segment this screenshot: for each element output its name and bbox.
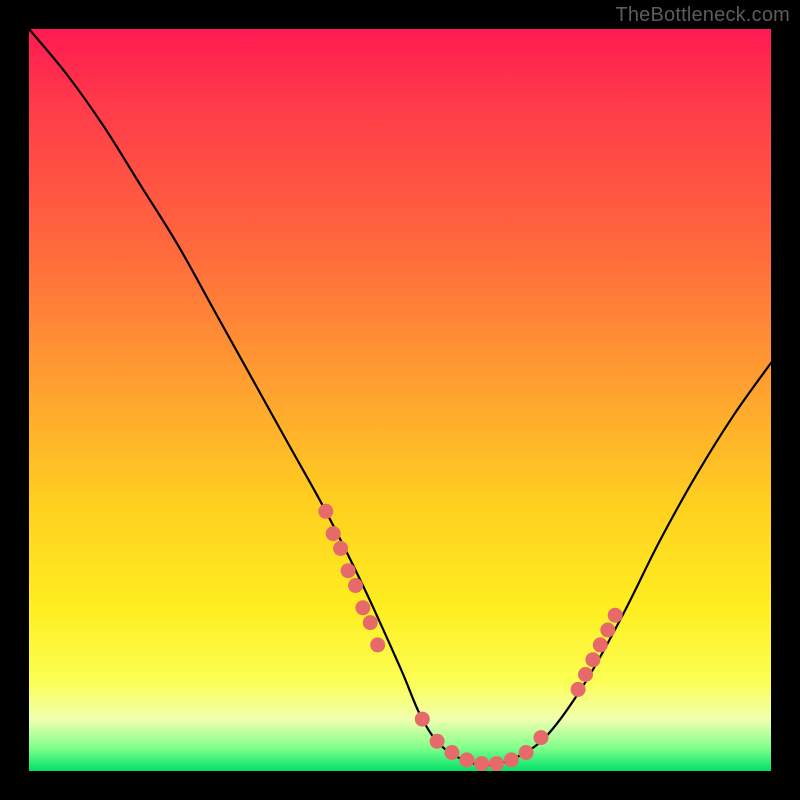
bottleneck-curve-path [29, 29, 771, 765]
highlight-dot [318, 504, 333, 519]
curve-svg [29, 29, 771, 771]
highlight-dot [474, 756, 489, 771]
highlight-dot [430, 734, 445, 749]
highlight-dot [341, 563, 356, 578]
highlight-dot [600, 623, 615, 638]
highlight-dot [444, 745, 459, 760]
highlight-dot [355, 600, 370, 615]
watermark-text: TheBottleneck.com [615, 4, 790, 27]
highlight-dot [593, 637, 608, 652]
highlight-dot [578, 667, 593, 682]
highlight-dot [348, 578, 363, 593]
highlight-dots [318, 504, 622, 771]
highlight-dot [519, 745, 534, 760]
highlight-dot [608, 608, 623, 623]
highlight-dot [504, 752, 519, 767]
highlight-dot [459, 752, 474, 767]
chart-frame: TheBottleneck.com [0, 0, 800, 800]
highlight-dot [370, 637, 385, 652]
highlight-dot [585, 652, 600, 667]
highlight-dot [326, 526, 341, 541]
highlight-dot [363, 615, 378, 630]
plot-area [29, 29, 771, 771]
highlight-dot [415, 712, 430, 727]
highlight-dot [489, 756, 504, 771]
highlight-dot [333, 541, 348, 556]
highlight-dot [571, 682, 586, 697]
highlight-dot [534, 730, 549, 745]
